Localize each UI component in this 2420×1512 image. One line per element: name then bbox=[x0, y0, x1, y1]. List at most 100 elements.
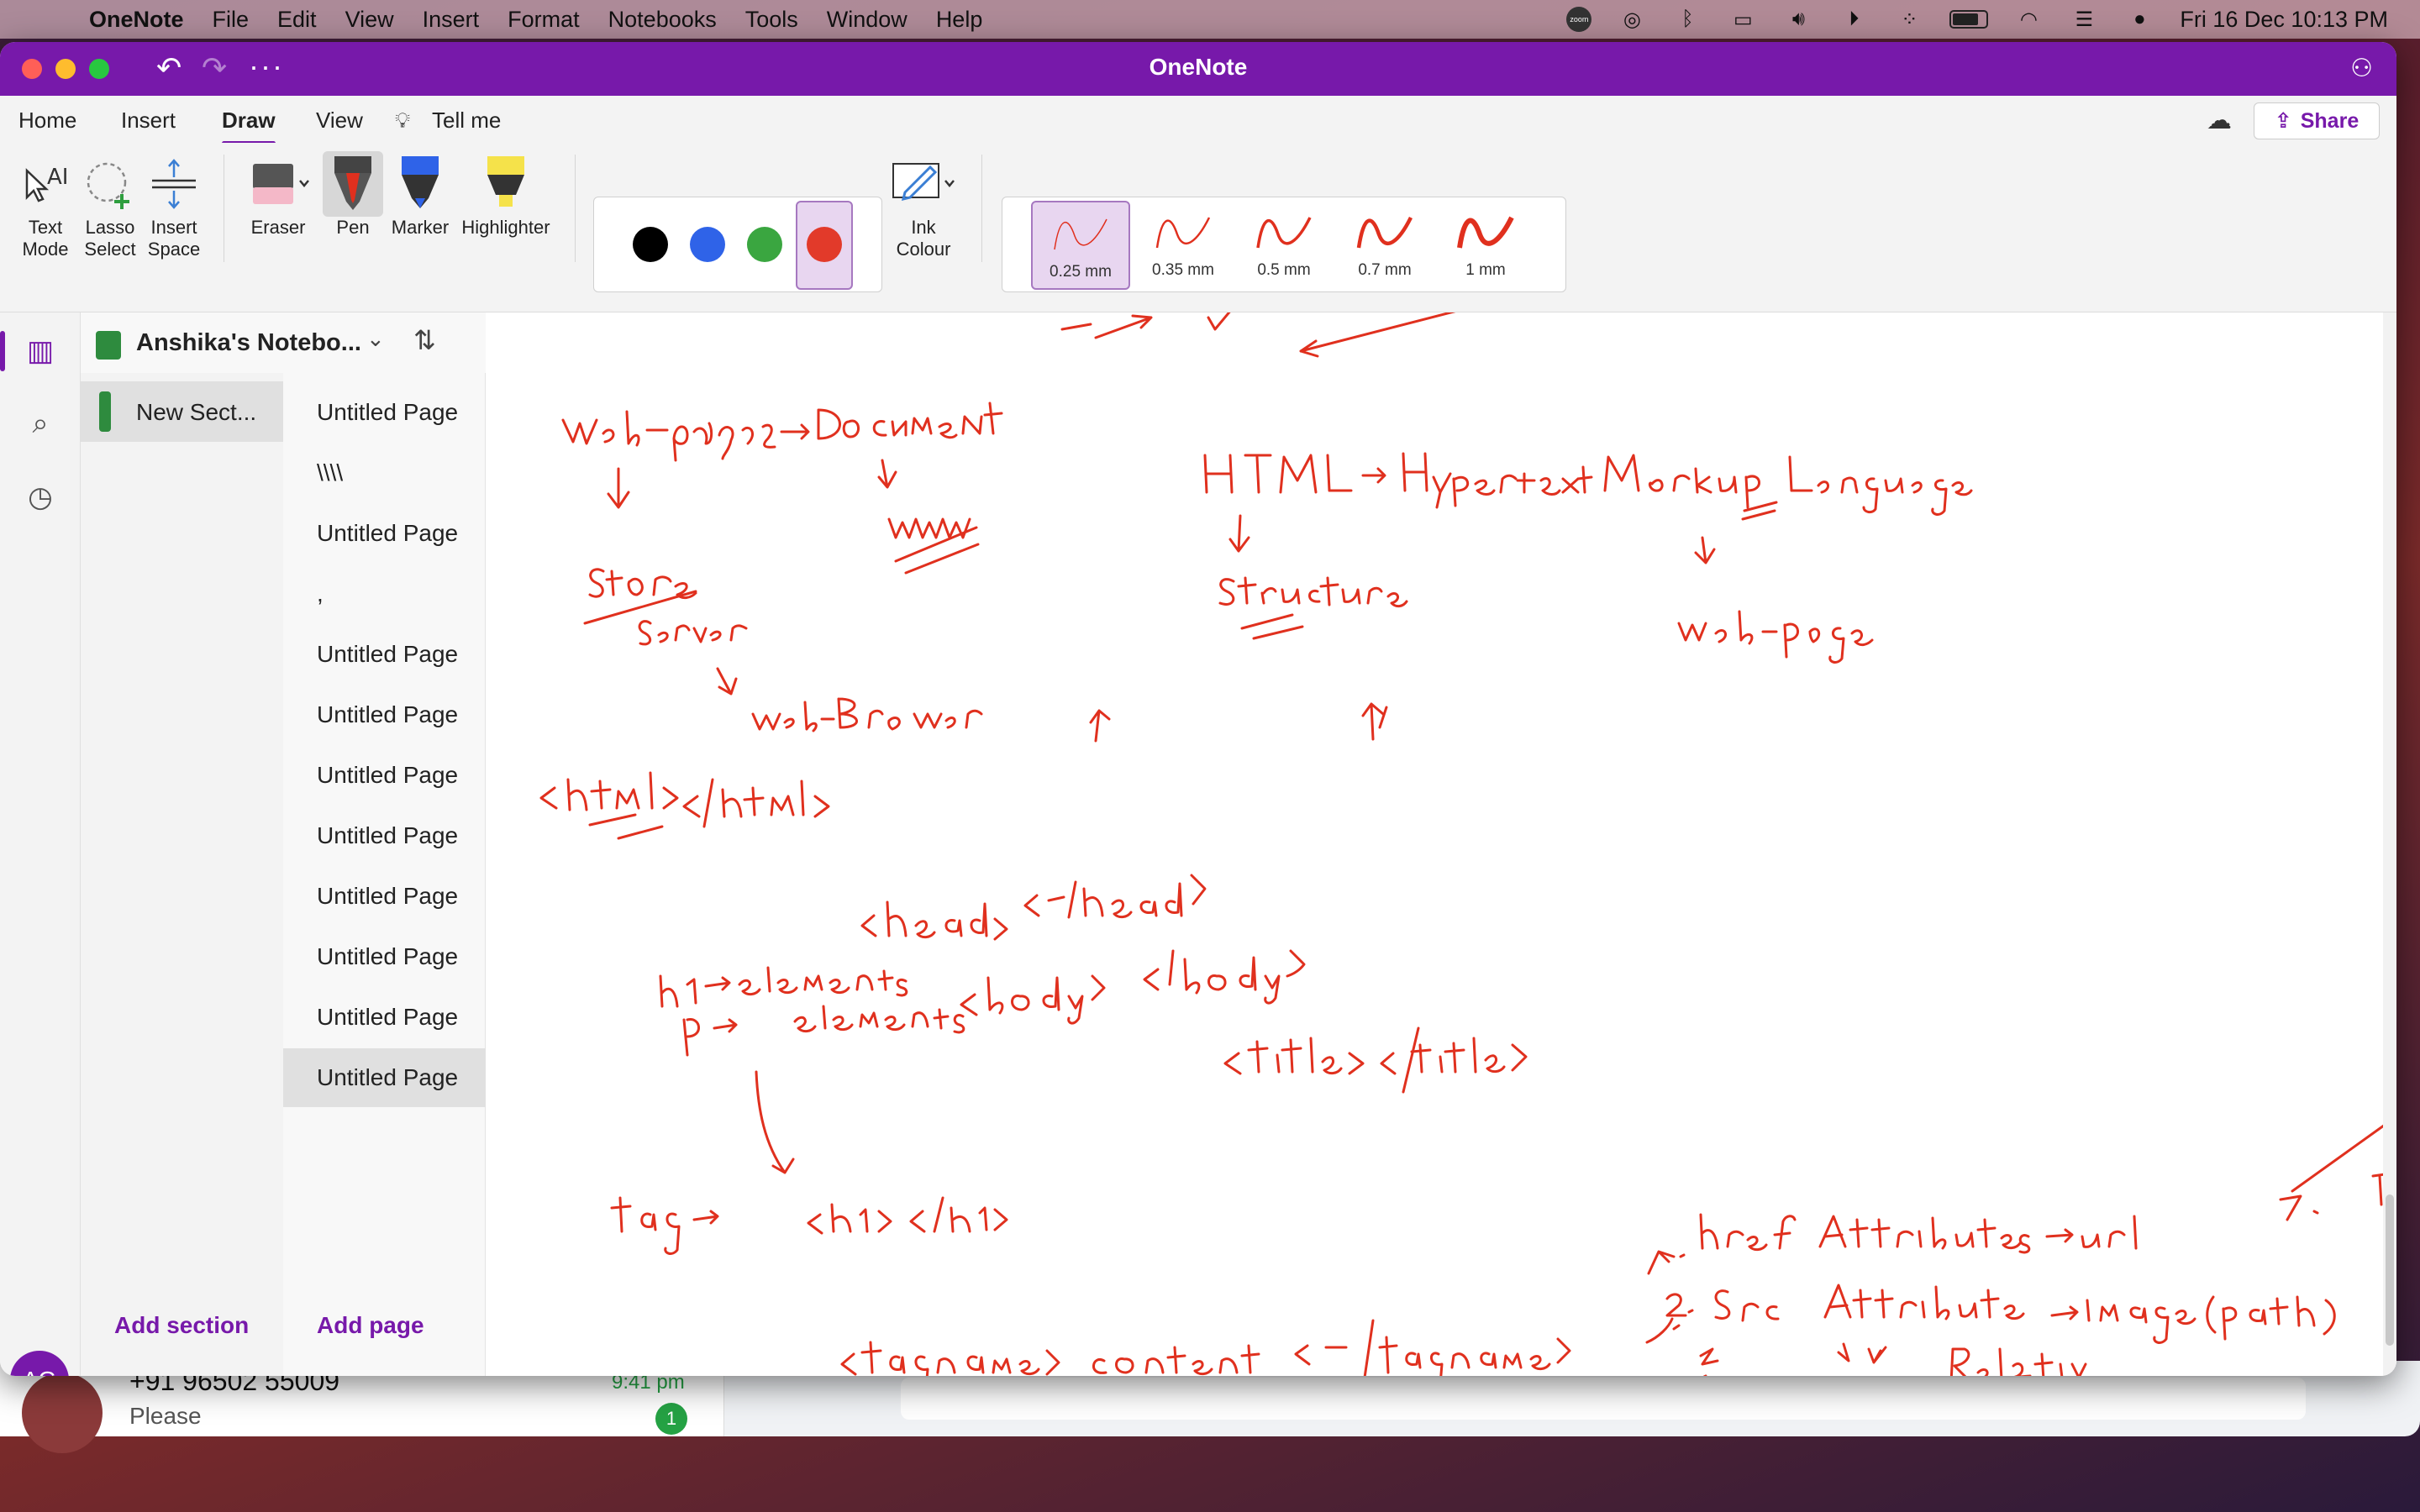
menu-window[interactable]: Window bbox=[827, 7, 908, 33]
menu-help[interactable]: Help bbox=[936, 7, 983, 33]
green-swatch[interactable] bbox=[747, 227, 782, 262]
page-item[interactable]: Untitled Page bbox=[283, 927, 486, 986]
page-item[interactable]: Untitled Page bbox=[283, 685, 486, 744]
collaborators-icon[interactable]: ⚇ bbox=[2350, 54, 2373, 83]
pen-icon bbox=[323, 151, 383, 217]
highlighter-icon bbox=[459, 151, 553, 217]
insert-space-button[interactable]: Insert Space bbox=[145, 151, 203, 260]
sort-icon[interactable]: ⇅ bbox=[413, 324, 436, 356]
wifi-icon[interactable]: ◠ bbox=[2013, 8, 2044, 31]
sync-status-icon[interactable]: ☁︎ bbox=[2207, 106, 2232, 135]
battery-icon[interactable] bbox=[1949, 10, 1989, 29]
screen-record-icon[interactable]: ◎ bbox=[1617, 8, 1647, 31]
ink-colour-icon bbox=[886, 151, 961, 217]
tab-home[interactable]: Home bbox=[18, 108, 76, 134]
menu-edit[interactable]: Edit bbox=[277, 7, 317, 33]
notebook-name[interactable]: Anshika's Notebo... bbox=[136, 329, 361, 357]
thickness-label: 0.7 mm bbox=[1358, 261, 1412, 279]
pen-button[interactable]: Pen bbox=[323, 151, 383, 239]
menu-view[interactable]: View bbox=[345, 7, 394, 33]
recent-clock-icon[interactable]: ◷ bbox=[0, 467, 81, 528]
page-item[interactable]: Untitled Page bbox=[283, 988, 486, 1047]
stroke-preview-icon bbox=[1356, 216, 1413, 249]
black-swatch[interactable] bbox=[633, 227, 668, 262]
thickness-1mm[interactable]: 1 mm bbox=[1436, 201, 1535, 290]
highlighter-button[interactable]: Highlighter bbox=[459, 151, 553, 239]
play-icon[interactable]: ⏵ bbox=[1839, 8, 1869, 30]
pen-thickness-gallery: 0.25 mm 0.35 mm 0.5 mm 0.7 mm 1 mm bbox=[1002, 197, 1566, 292]
thickness-0-35mm[interactable]: 0.35 mm bbox=[1134, 201, 1233, 290]
red-swatch[interactable] bbox=[807, 227, 842, 262]
tell-me-search[interactable]: Tell me bbox=[432, 108, 501, 134]
add-section-button[interactable]: Add section bbox=[114, 1312, 249, 1339]
section-label: New Sect... bbox=[136, 399, 257, 425]
tab-draw[interactable]: Draw bbox=[222, 108, 276, 145]
window-title: OneNote bbox=[1149, 54, 1248, 80]
eraser-button[interactable]: Eraser bbox=[240, 151, 316, 239]
tab-view[interactable]: View bbox=[316, 108, 363, 134]
lasso-select-button[interactable]: Lasso Select bbox=[79, 151, 141, 260]
network-dots-icon[interactable]: ⁘ bbox=[1894, 8, 1924, 31]
menu-file[interactable]: File bbox=[213, 7, 250, 33]
lasso-label-1: Lasso bbox=[85, 217, 135, 238]
macos-menubar: OneNote File Edit View Insert Format Not… bbox=[0, 0, 2420, 39]
section-item[interactable]: New Sect... bbox=[81, 381, 283, 442]
scrollbar-thumb[interactable] bbox=[2386, 1194, 2394, 1346]
message-input[interactable] bbox=[901, 1378, 2306, 1420]
thickness-label: 0.25 mm bbox=[1050, 263, 1112, 281]
bluetooth-icon[interactable]: ᛒ bbox=[1672, 8, 1702, 30]
volume-icon[interactable]: 🔊︎ bbox=[1783, 8, 1813, 30]
sections-panel: New Sect... Add section bbox=[81, 373, 283, 1376]
chevron-down-icon[interactable]: ⌄ bbox=[366, 326, 385, 352]
menubar-clock[interactable]: Fri 16 Dec 10:13 PM bbox=[2180, 7, 2388, 33]
text-mode-label-1: Text bbox=[28, 217, 63, 238]
page-item[interactable]: Untitled Page bbox=[283, 383, 486, 442]
lasso-icon bbox=[79, 151, 141, 217]
blue-swatch[interactable] bbox=[690, 227, 725, 262]
search-icon[interactable]: ⌕ bbox=[0, 393, 81, 454]
tab-insert[interactable]: Insert bbox=[121, 108, 176, 134]
page-item[interactable]: , bbox=[283, 564, 486, 623]
insert-space-label-1: Insert bbox=[150, 217, 197, 238]
page-item-selected[interactable]: Untitled Page bbox=[283, 1048, 486, 1107]
user-avatar[interactable]: AG bbox=[10, 1351, 69, 1376]
ink-colour-button[interactable]: Ink Colour bbox=[886, 151, 961, 260]
highlighter-label: Highlighter bbox=[461, 217, 550, 238]
zoom-status-icon[interactable]: zoom bbox=[1566, 7, 1592, 32]
ink-colour-label-2: Colour bbox=[896, 239, 951, 260]
thickness-0-5mm[interactable]: 0.5 mm bbox=[1234, 201, 1334, 290]
pages-panel: Untitled Page \\\\ Untitled Page , Untit… bbox=[283, 373, 486, 1376]
menu-format[interactable]: Format bbox=[508, 7, 580, 33]
page-item[interactable]: Untitled Page bbox=[283, 746, 486, 805]
page-item[interactable]: Untitled Page bbox=[283, 867, 486, 926]
page-canvas[interactable] bbox=[486, 312, 2396, 1376]
share-button[interactable]: ⇪ Share bbox=[2254, 102, 2380, 139]
notebook-header[interactable]: Anshika's Notebo... ⌄ ⇅ bbox=[81, 312, 486, 373]
share-icon: ⇪ bbox=[2274, 109, 2292, 133]
vertical-scrollbar[interactable] bbox=[2383, 312, 2396, 1376]
page-item[interactable]: Untitled Page bbox=[283, 625, 486, 684]
page-item[interactable]: Untitled Page bbox=[283, 504, 486, 563]
share-label: Share bbox=[2300, 108, 2360, 133]
text-mode-button[interactable]: AI Text Mode bbox=[15, 151, 76, 260]
menu-insert[interactable]: Insert bbox=[423, 7, 480, 33]
display-icon[interactable]: ▭ bbox=[1728, 8, 1758, 31]
lightbulb-icon: 💡︎ bbox=[395, 108, 411, 133]
add-page-button[interactable]: Add page bbox=[317, 1312, 424, 1339]
page-item[interactable]: Untitled Page bbox=[283, 806, 486, 865]
stroke-preview-icon bbox=[1457, 216, 1514, 249]
stroke-preview-icon bbox=[1054, 218, 1107, 250]
menu-tools[interactable]: Tools bbox=[745, 7, 798, 33]
notebooks-icon[interactable]: ▥ bbox=[0, 321, 81, 381]
ribbon-tabs: Home Insert Draw View 💡︎ Tell me ☁︎ ⇪ Sh… bbox=[0, 96, 2396, 145]
marker-button[interactable]: Marker bbox=[388, 151, 452, 239]
control-center-icon[interactable]: ☰ bbox=[2069, 8, 2099, 31]
siri-icon[interactable]: ● bbox=[2124, 8, 2154, 30]
menu-notebooks[interactable]: Notebooks bbox=[608, 7, 717, 33]
contact-avatar[interactable] bbox=[22, 1373, 103, 1453]
thickness-0-7mm[interactable]: 0.7 mm bbox=[1335, 201, 1434, 290]
message-preview: Please bbox=[129, 1403, 202, 1429]
menubar-app-name[interactable]: OneNote bbox=[89, 7, 184, 33]
thickness-0-25mm[interactable]: 0.25 mm bbox=[1031, 201, 1130, 290]
page-item[interactable]: \\\\ bbox=[283, 444, 486, 502]
